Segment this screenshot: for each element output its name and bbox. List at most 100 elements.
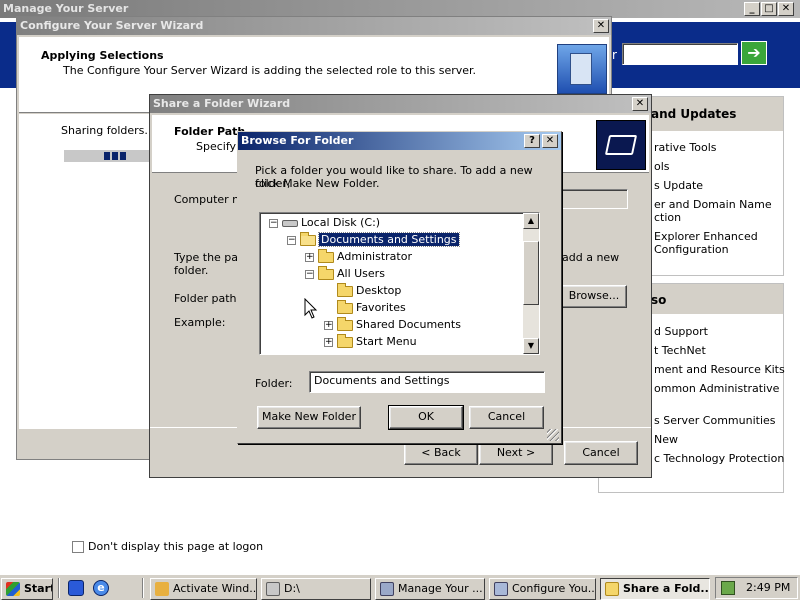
taskbar-separator bbox=[142, 578, 144, 598]
folder-path-label: Folder path: bbox=[174, 292, 241, 305]
start-label: Start bbox=[24, 582, 53, 595]
folder-name-input[interactable]: Documents and Settings bbox=[309, 371, 545, 393]
link-help-support[interactable]: d Support bbox=[654, 325, 708, 338]
link-technology-protection[interactable]: c Technology Protection bbox=[654, 452, 784, 465]
search-input[interactable] bbox=[622, 43, 738, 65]
link-windows-update[interactable]: s Update bbox=[654, 179, 703, 192]
configure-server-icon bbox=[494, 582, 508, 596]
tree-node-start-menu[interactable]: + Start Menu bbox=[324, 333, 417, 350]
expand-icon[interactable]: + bbox=[305, 252, 314, 262]
tree-node-favorites[interactable]: Favorites bbox=[337, 299, 406, 316]
collapse-icon[interactable]: − bbox=[305, 269, 314, 279]
collapse-icon[interactable]: − bbox=[287, 235, 296, 245]
start-button[interactable]: Start bbox=[1, 578, 53, 600]
tree-node-administrator[interactable]: + Administrator bbox=[305, 248, 412, 265]
tree-node-label: Shared Documents bbox=[356, 318, 461, 331]
configure-wizard-titlebar: Configure Your Server Wizard bbox=[17, 17, 611, 35]
show-desktop-icon[interactable] bbox=[68, 580, 84, 596]
taskbar: Start e Activate Wind... D:\ Manage Your… bbox=[0, 574, 800, 600]
search-label-fragment: r bbox=[612, 48, 617, 62]
link-resource-kits[interactable]: ment and Resource Kits bbox=[654, 363, 785, 376]
share-wizard-heading: Folder Path bbox=[174, 125, 246, 138]
system-tray: 2:49 PM bbox=[715, 577, 798, 599]
share-instruction-right: add a new bbox=[562, 251, 620, 264]
back-button[interactable]: < Back bbox=[404, 441, 478, 465]
manage-server-icon bbox=[380, 582, 394, 596]
tree-node-all-users[interactable]: − All Users bbox=[305, 265, 385, 282]
browse-instructions-2: click Make New Folder. bbox=[255, 177, 380, 190]
share-wizard-titlebar: Share a Folder Wizard bbox=[150, 95, 651, 113]
maximize-button[interactable]: □ bbox=[761, 2, 777, 16]
go-arrow-button[interactable]: ➔ bbox=[741, 41, 767, 65]
folder-icon bbox=[337, 316, 353, 331]
taskbar-manage-server[interactable]: Manage Your ... bbox=[375, 578, 485, 600]
collapse-icon[interactable]: − bbox=[269, 218, 278, 228]
share-wizard-cancel-button[interactable]: Cancel bbox=[564, 441, 638, 465]
ok-button[interactable]: OK bbox=[388, 405, 464, 430]
tray-network-icon[interactable] bbox=[721, 581, 735, 595]
folder-tree[interactable]: − Local Disk (C:) − Documents and Settings… bbox=[259, 212, 540, 355]
tree-node-desktop[interactable]: Desktop bbox=[337, 282, 402, 299]
example-label: Example: bbox=[174, 316, 226, 329]
tree-node-label: All Users bbox=[337, 267, 385, 280]
link-tools[interactable]: ols bbox=[654, 160, 670, 173]
tree-node-shared-documents[interactable]: + Shared Documents bbox=[324, 316, 461, 333]
link-admin-tools[interactable]: rative Tools bbox=[654, 141, 717, 154]
open-folder-icon bbox=[300, 231, 316, 246]
scroll-down-arrow-icon[interactable]: ▼ bbox=[523, 338, 539, 354]
browse-folder-title: Browse For Folder bbox=[241, 134, 354, 147]
folder-name-label: Folder: bbox=[255, 377, 293, 390]
browse-cancel-button[interactable]: Cancel bbox=[469, 406, 544, 429]
configure-wizard-title: Configure Your Server Wizard bbox=[20, 19, 204, 32]
folder-icon bbox=[337, 299, 353, 314]
tree-node-documents-settings[interactable]: − Documents and Settings bbox=[287, 231, 460, 248]
close-button[interactable]: ✕ bbox=[778, 2, 794, 16]
link-whats-new[interactable]: New bbox=[654, 433, 678, 446]
cd-drive-icon bbox=[266, 582, 280, 596]
expand-icon[interactable]: + bbox=[324, 320, 333, 330]
share-folder-taskbar-icon bbox=[605, 582, 619, 596]
expand-icon[interactable]: + bbox=[324, 337, 333, 347]
share-folder-icon bbox=[596, 120, 646, 170]
scroll-thumb[interactable] bbox=[523, 241, 539, 305]
share-wizard-title: Share a Folder Wizard bbox=[153, 97, 291, 110]
tree-scrollbar[interactable]: ▲ ▼ bbox=[523, 213, 539, 354]
taskbar-share-folder[interactable]: Share a Fold... bbox=[600, 578, 710, 600]
taskbar-activate-windows[interactable]: Activate Wind... bbox=[150, 578, 257, 600]
make-new-folder-button[interactable]: Make New Folder bbox=[257, 406, 361, 429]
manage-server-title: Manage Your Server bbox=[3, 2, 129, 15]
taskbar-configure-server[interactable]: Configure You... bbox=[489, 578, 596, 600]
activate-icon bbox=[155, 582, 169, 596]
browse-button[interactable]: Browse... bbox=[561, 285, 627, 308]
share-wizard-close-button[interactable]: ✕ bbox=[632, 97, 648, 111]
mouse-pointer-icon bbox=[304, 298, 318, 319]
browse-folder-close-button[interactable]: ✕ bbox=[542, 134, 558, 148]
windows-logo-icon bbox=[6, 582, 20, 596]
link-server-domain-name-2[interactable]: ction bbox=[654, 211, 681, 224]
help-button[interactable]: ? bbox=[524, 134, 540, 148]
tree-node-label: Local Disk (C:) bbox=[301, 216, 381, 229]
tree-node-label: Desktop bbox=[356, 284, 402, 297]
progress-bar bbox=[64, 150, 154, 162]
internet-explorer-icon[interactable]: e bbox=[93, 580, 109, 596]
next-button[interactable]: Next > bbox=[479, 441, 553, 465]
progress-status-text: Sharing folders... bbox=[61, 124, 155, 137]
taskbar-separator bbox=[58, 578, 60, 598]
link-ie-enhanced[interactable]: Explorer Enhanced bbox=[654, 230, 758, 243]
configure-wizard-close-button[interactable]: ✕ bbox=[593, 19, 609, 33]
link-common-admin[interactable]: ommon Administrative bbox=[654, 382, 779, 395]
resize-grip-icon[interactable] bbox=[547, 429, 559, 441]
link-ie-configuration[interactable]: Configuration bbox=[654, 243, 729, 256]
tree-node-local-disk[interactable]: − Local Disk (C:) bbox=[269, 215, 380, 231]
taskbar-drive-d[interactable]: D:\ bbox=[261, 578, 371, 600]
clock: 2:49 PM bbox=[746, 581, 791, 594]
minimize-button[interactable]: _ bbox=[744, 2, 760, 16]
tree-node-label: Administrator bbox=[337, 250, 412, 263]
link-server-communities[interactable]: s Server Communities bbox=[654, 414, 776, 427]
folder-icon bbox=[318, 248, 334, 263]
scroll-up-arrow-icon[interactable]: ▲ bbox=[523, 213, 539, 229]
link-server-domain-name[interactable]: er and Domain Name bbox=[654, 198, 772, 211]
link-technet[interactable]: t TechNet bbox=[654, 344, 706, 357]
dont-display-checkbox[interactable] bbox=[72, 541, 84, 553]
drive-icon bbox=[282, 219, 298, 227]
